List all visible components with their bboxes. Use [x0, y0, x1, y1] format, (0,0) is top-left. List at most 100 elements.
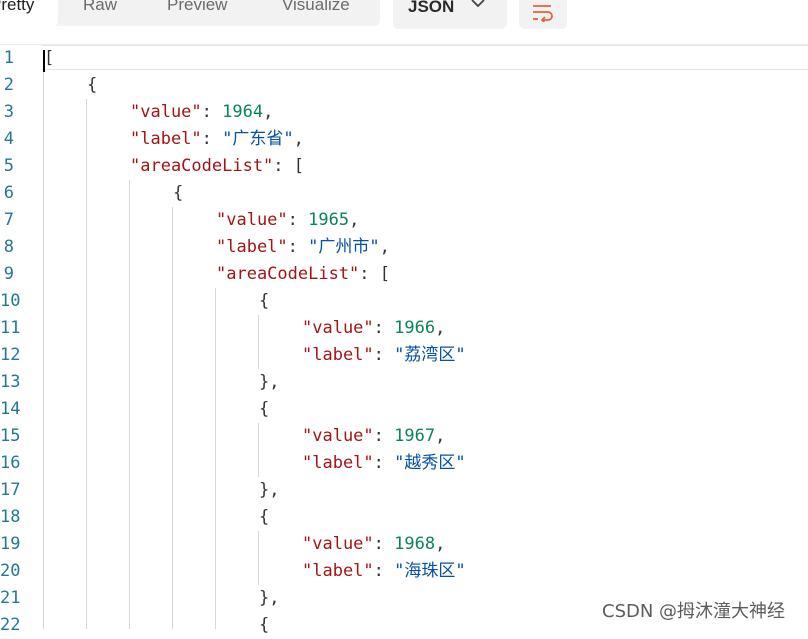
line-number: 2	[3, 75, 14, 95]
line-number: 4	[3, 129, 14, 149]
json-key: "areaCodeList"	[216, 264, 360, 284]
tab-visualize[interactable]: Visualize	[282, 0, 350, 26]
tab-raw[interactable]: Raw	[83, 0, 117, 26]
json-punctuation: :	[201, 102, 223, 122]
format-select-value: JSON	[408, 0, 455, 16]
code-content: },	[259, 585, 279, 612]
line-number: 14	[0, 399, 21, 419]
json-punctuation: },	[259, 372, 280, 392]
line-number: 7	[3, 210, 14, 230]
code-content: "label": "广州市",	[216, 234, 390, 261]
code-line: 9 "areaCodeList": [	[0, 261, 808, 288]
response-body-editor[interactable]: 1[2{3 "value": 1964, 4 "label": "广东省", 5 "are…	[0, 45, 808, 635]
json-punctuation: ,	[435, 426, 446, 446]
line-number: 11	[0, 318, 21, 338]
chevron-down-icon	[471, 0, 485, 8]
json-punctuation: :	[373, 318, 395, 338]
json-string: "海珠区"	[394, 561, 466, 581]
code-content: "areaCodeList": [	[216, 261, 390, 288]
line-number: 9	[3, 264, 14, 284]
code-line: 5 "areaCodeList": [	[0, 153, 808, 180]
json-punctuation: {	[173, 183, 184, 203]
code-line: 20 "label": "海珠区"	[0, 558, 808, 585]
json-key: "value"	[130, 102, 202, 122]
code-content: "value": 1968,	[302, 531, 445, 558]
line-number: 17	[0, 480, 21, 500]
json-string: "广东省"	[222, 129, 294, 149]
json-punctuation: :	[287, 237, 309, 257]
code-content: "value": 1964,	[130, 99, 273, 126]
json-number: 1965	[308, 210, 350, 230]
code-line: 4 "label": "广东省",	[0, 126, 808, 153]
format-select[interactable]: JSON	[393, 0, 507, 29]
line-number: 3	[3, 102, 14, 122]
code-content: "label": "海珠区"	[302, 558, 466, 585]
code-line: 18 {	[0, 504, 808, 531]
json-key: "value"	[216, 210, 288, 230]
json-key: "value"	[302, 426, 374, 446]
json-punctuation: :	[373, 426, 395, 446]
line-number: 15	[0, 426, 21, 446]
wrap-lines-button[interactable]	[519, 0, 567, 29]
code-content: {	[259, 396, 269, 423]
code-line: 17},	[0, 477, 808, 504]
json-key: "areaCodeList"	[130, 156, 274, 176]
json-number: 1964	[222, 102, 264, 122]
json-key: "label"	[130, 129, 202, 149]
json-punctuation: ,	[293, 129, 304, 149]
code-line: 1[	[0, 45, 808, 72]
line-number: 1	[3, 48, 14, 68]
json-key: "label"	[302, 345, 374, 365]
code-line: 10 {	[0, 288, 808, 315]
code-content: {	[173, 180, 183, 207]
json-punctuation: :	[201, 129, 223, 149]
json-string: "越秀区"	[394, 453, 466, 473]
line-number: 10	[0, 291, 21, 311]
json-number: 1966	[394, 318, 436, 338]
code-content: },	[259, 369, 279, 396]
json-number: 1967	[394, 426, 436, 446]
json-punctuation: {	[87, 75, 98, 95]
code-line: 14 {	[0, 396, 808, 423]
line-number: 20	[0, 561, 21, 581]
json-string: "荔湾区"	[394, 345, 466, 365]
json-key: "label"	[216, 237, 288, 257]
json-punctuation: ,	[435, 318, 446, 338]
tab-preview[interactable]: Preview	[167, 0, 227, 26]
code-content: "value": 1967,	[302, 423, 445, 450]
json-key: "value"	[302, 534, 374, 554]
json-punctuation: ,	[379, 237, 390, 257]
code-content: "value": 1965,	[216, 207, 359, 234]
code-line: 2{	[0, 72, 808, 99]
code-content: {	[87, 72, 97, 99]
code-line: 12 "label": "荔湾区"	[0, 342, 808, 369]
watermark: CSDN @拇沐潼大神经	[602, 601, 786, 622]
code-content: {	[259, 612, 269, 639]
tab-pretty[interactable]: Pretty	[0, 0, 58, 26]
line-number: 16	[0, 453, 21, 473]
code-line: 16 "label": "越秀区"	[0, 450, 808, 477]
code-line: 15 "value": 1967,	[0, 423, 808, 450]
json-punctuation: {	[259, 507, 270, 527]
line-number: 18	[0, 507, 21, 527]
code-line: 3 "value": 1964,	[0, 99, 808, 126]
code-content: "label": "越秀区"	[302, 450, 466, 477]
json-punctuation: {	[259, 615, 270, 635]
line-number: 13	[0, 372, 21, 392]
line-number: 5	[3, 156, 14, 176]
json-punctuation: :	[373, 561, 395, 581]
json-key: "value"	[302, 318, 374, 338]
json-number: 1968	[394, 534, 436, 554]
code-line: 8 "label": "广州市",	[0, 234, 808, 261]
line-number: 22	[0, 615, 21, 635]
json-punctuation: :	[373, 453, 395, 473]
response-toolbar: Pretty Raw Preview Visualize JSON	[0, 0, 808, 44]
line-number: 8	[3, 237, 14, 257]
json-punctuation: ,	[435, 534, 446, 554]
line-number: 6	[3, 183, 14, 203]
line-number: 21	[0, 588, 21, 608]
json-punctuation: :	[373, 345, 395, 365]
code-content: "value": 1966,	[302, 315, 445, 342]
json-punctuation: : [	[359, 264, 391, 284]
code-content: {	[259, 504, 269, 531]
